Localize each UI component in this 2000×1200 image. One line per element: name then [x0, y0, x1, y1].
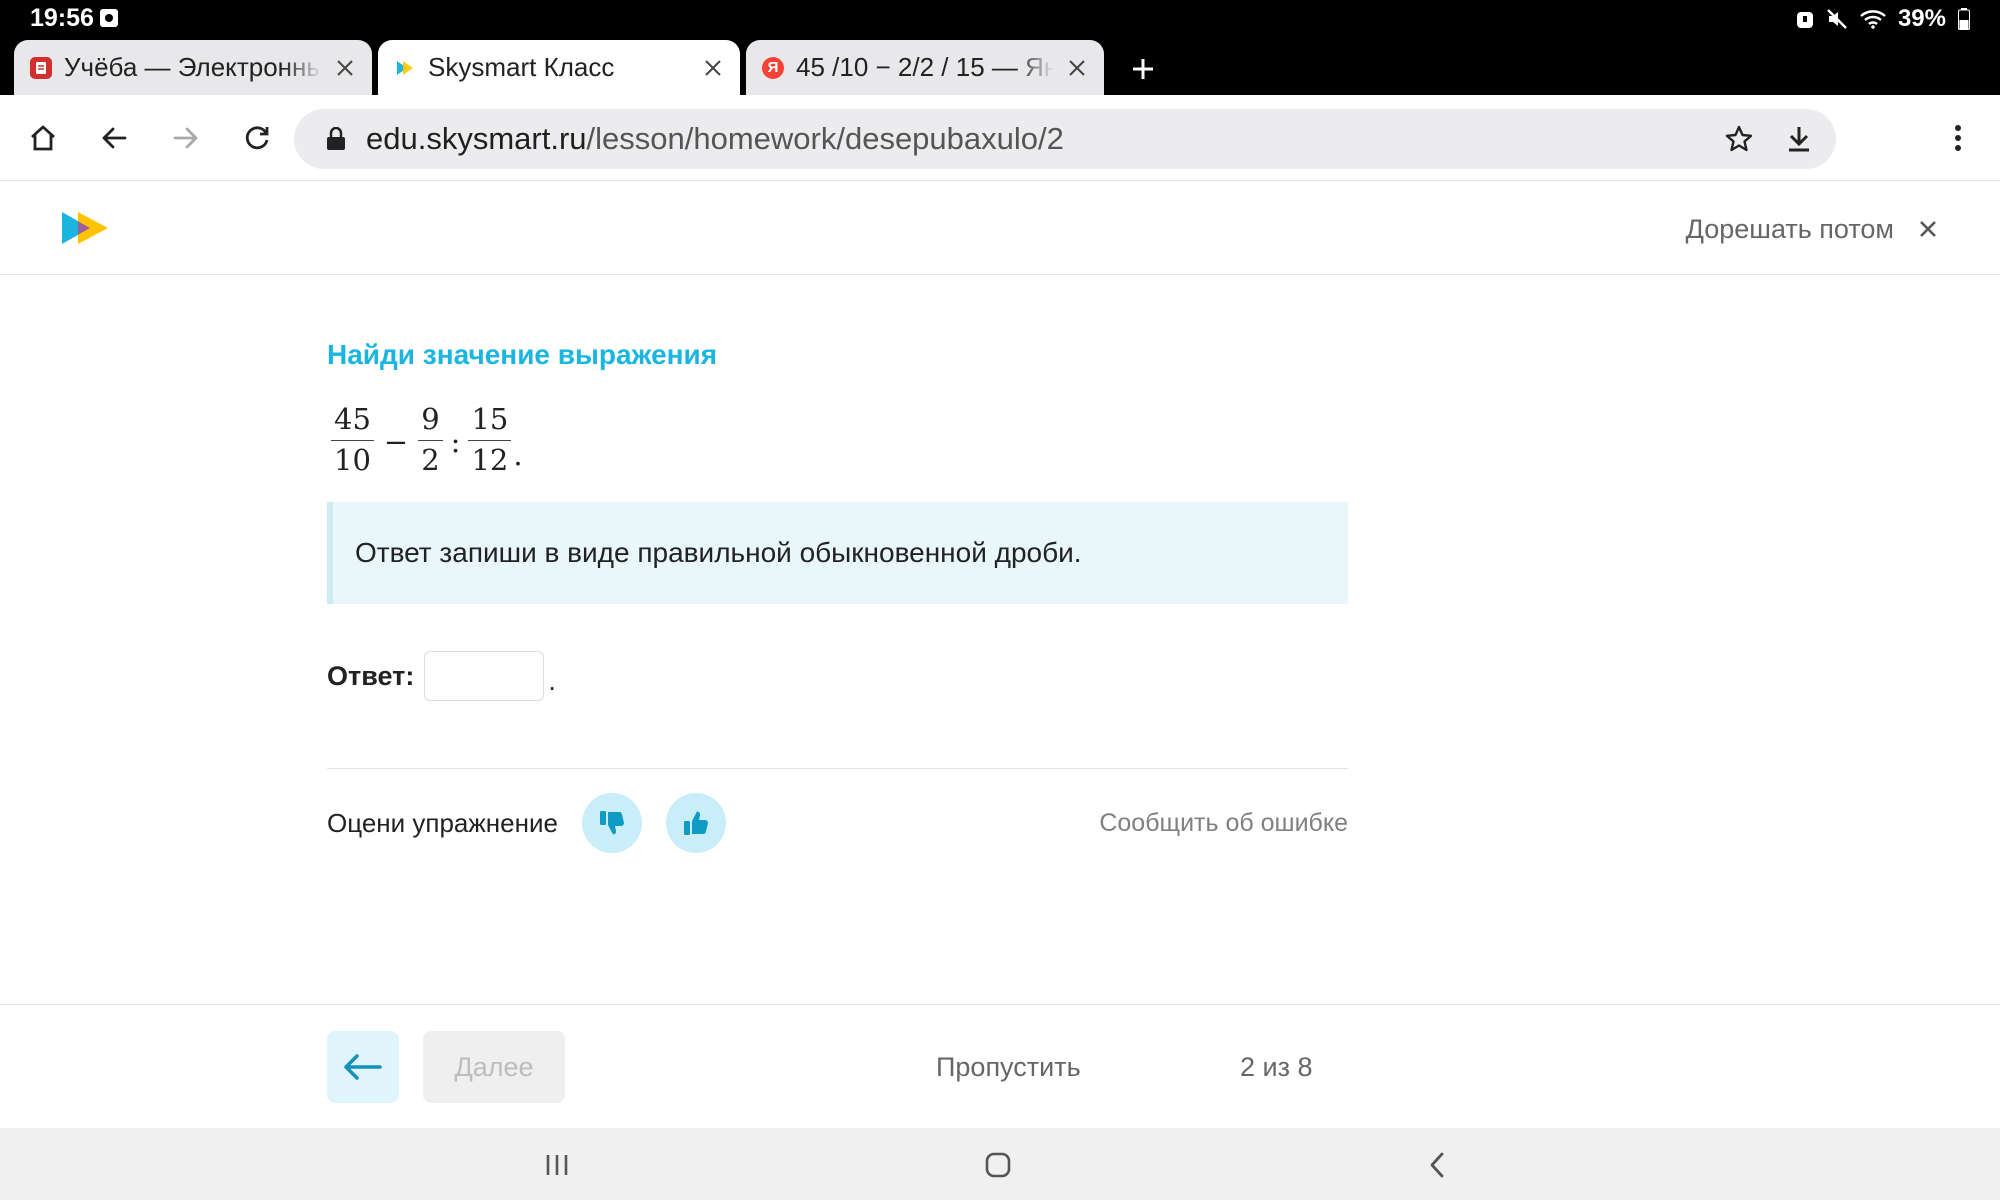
download-icon[interactable]	[1776, 116, 1822, 162]
site-header: Дорешать потом	[0, 182, 2000, 275]
screenshot-notification-icon	[100, 9, 118, 27]
lesson-navigation: Далее Пропустить 2 из 8	[0, 1004, 2000, 1128]
close-tab-icon[interactable]	[1054, 45, 1100, 91]
thumbs-down-icon	[599, 811, 624, 835]
numerator: 45	[331, 403, 374, 441]
browser-toolbar: edu.skysmart.ru/lesson/homework/desepuba…	[0, 95, 2000, 181]
skysmart-favicon-icon	[394, 57, 416, 79]
url-text[interactable]: edu.skysmart.ru/lesson/homework/desepuba…	[366, 121, 1716, 157]
progress-counter: 2 из 8	[1240, 1051, 1313, 1082]
diary-favicon-icon	[30, 56, 52, 79]
minus-sign: −	[383, 425, 409, 459]
home-button-icon[interactable]	[973, 1140, 1023, 1190]
status-indicators: 39%	[1796, 4, 1970, 34]
task-title: Найди значение выражения	[327, 339, 718, 370]
new-tab-icon[interactable]	[1122, 48, 1164, 90]
solve-later-label: Дорешать потом	[1685, 213, 1894, 244]
battery-level: 39%	[1897, 5, 1946, 32]
fraction: 15 12	[468, 403, 512, 477]
close-icon[interactable]	[1918, 219, 1938, 239]
close-tab-icon[interactable]	[690, 45, 736, 91]
numerator: 9	[418, 403, 443, 441]
solve-later-button[interactable]: Дорешать потом	[1686, 206, 1938, 252]
mute-icon	[1827, 9, 1847, 29]
fraction: 45 10	[331, 403, 374, 477]
back-arrow-icon[interactable]	[91, 115, 137, 161]
close-tab-icon[interactable]	[322, 45, 368, 91]
divider	[327, 768, 1348, 769]
battery-icon	[1958, 8, 1970, 30]
report-error-link[interactable]: Сообщить об ошибке	[1099, 809, 1348, 838]
forward-arrow-icon[interactable]	[163, 115, 209, 161]
hint-box: Ответ запиши в виде правильной обыкновен…	[327, 502, 1348, 604]
skysmart-logo-icon[interactable]	[60, 208, 112, 248]
like-button[interactable]	[665, 793, 726, 853]
hint-text: Ответ запиши в виде правильной обыкновен…	[355, 537, 1082, 568]
lock-icon[interactable]	[326, 126, 346, 151]
url-path: /lesson/homework/desepubaxulo/2	[586, 121, 1064, 156]
home-icon[interactable]	[20, 115, 66, 161]
answer-row: Ответ: .	[327, 651, 556, 701]
denominator: 10	[334, 442, 371, 477]
address-bar[interactable]: edu.skysmart.ru/lesson/homework/desepuba…	[294, 109, 1836, 169]
numerator: 15	[468, 403, 512, 441]
status-bar: 19:56 39%	[0, 0, 2000, 38]
skip-button[interactable]: Пропустить	[936, 1031, 1081, 1103]
denominator: 12	[471, 442, 509, 477]
alarm-icon	[1796, 12, 1813, 28]
denominator: 2	[421, 442, 440, 477]
url-domain: edu.skysmart.ru	[366, 121, 587, 156]
reload-icon[interactable]	[234, 115, 280, 161]
rating-row: Оцени упражнение Сообщить об ошибке	[327, 793, 1348, 853]
math-expression: 45 10 − 9 2 : 15 12 .	[329, 397, 523, 483]
tab-title: Skysmart Класс	[428, 52, 615, 82]
status-time: 19:56	[30, 4, 94, 32]
tab-yandex-search[interactable]: Я 45 /10 − 2/2 / 15 — Яндекс	[746, 40, 1104, 95]
next-button[interactable]: Далее	[423, 1031, 565, 1103]
system-back-icon[interactable]	[1412, 1140, 1462, 1190]
previous-button[interactable]	[327, 1031, 399, 1103]
arrow-left-icon	[344, 1054, 382, 1080]
tab-skysmart[interactable]: Skysmart Класс	[378, 40, 740, 95]
answer-suffix: .	[548, 666, 556, 696]
bookmark-star-icon[interactable]	[1716, 116, 1762, 162]
rating-label: Оцени упражнение	[327, 807, 558, 838]
answer-label: Ответ:	[327, 660, 415, 691]
dislike-button[interactable]	[581, 793, 642, 853]
tab-strip: Учёба — Электронный дневник Skysmart Кла…	[0, 38, 2000, 95]
fraction: 9 2	[418, 403, 443, 477]
menu-kebab-icon[interactable]	[1935, 115, 1981, 161]
divide-sign: :	[450, 425, 461, 459]
recent-apps-icon[interactable]	[532, 1140, 582, 1190]
tab-title: 45 /10 − 2/2 / 15 — Яндекс	[796, 52, 1054, 83]
expression-end: .	[513, 438, 523, 472]
thumbs-up-icon	[683, 811, 708, 835]
wifi-icon	[1860, 10, 1886, 29]
tab-electronic-diary[interactable]: Учёба — Электронный дневник	[14, 40, 372, 95]
system-navigation-bar	[0, 1128, 2000, 1200]
yandex-favicon-icon: Я	[762, 56, 784, 79]
answer-input[interactable]	[424, 651, 545, 701]
tab-title: Учёба — Электронный дневник	[64, 52, 322, 83]
